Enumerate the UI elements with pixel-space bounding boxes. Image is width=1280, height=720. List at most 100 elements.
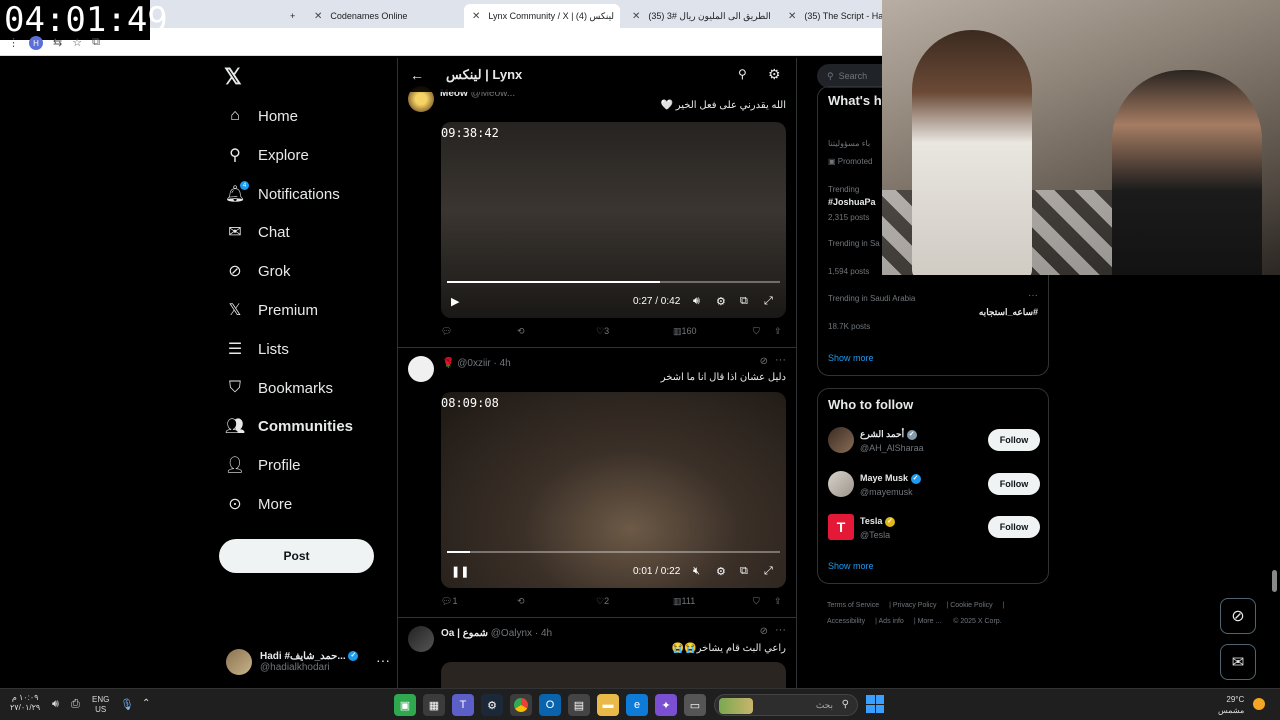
teams-icon[interactable]: T	[452, 694, 474, 716]
like-button[interactable]: ♡ 3	[596, 326, 609, 337]
play-icon[interactable]: ▶	[451, 295, 459, 308]
tab-lynx-community[interactable]: ✕ Lynx Community / X | لينكس (4) 𝕏	[464, 4, 620, 28]
speaker-icon[interactable]: 🔊︎	[52, 698, 59, 711]
video-player[interactable]: 08:09:08 ❚❚ 0:01 / 0:22 🔇︎ ⚙ ⧉ ⤢	[441, 392, 786, 588]
start-button[interactable]	[866, 695, 884, 713]
pip-icon[interactable]: ⧉	[740, 295, 748, 308]
follow-suggestion[interactable]: Maye Musk ✓ @mayemusk Follow	[828, 471, 1040, 501]
fullscreen-icon[interactable]: ⤢	[764, 565, 773, 578]
show-more-link[interactable]: Show more	[828, 353, 874, 363]
post-author[interactable]: Oa | شموع @Oalynx · 4h	[441, 628, 552, 639]
mute-icon[interactable]: 🔇︎	[693, 565, 700, 578]
grok-icon[interactable]: ⊘	[760, 626, 768, 637]
follow-suggestion[interactable]: أحمد الشرع ✓ @AH_AlSharaa Follow	[828, 427, 1040, 457]
promoted-line[interactable]: باء مسؤوليتنا	[828, 139, 870, 148]
nav-chat[interactable]: ✉ Chat	[226, 217, 289, 247]
footer-link[interactable]: Privacy Policy	[893, 602, 937, 609]
copilot-icon[interactable]: ✦	[655, 694, 677, 716]
follow-button[interactable]: Follow	[988, 473, 1040, 495]
store-icon[interactable]: ▤	[568, 694, 590, 716]
more-dots-icon[interactable]: ···	[775, 354, 786, 366]
profile-avatar[interactable]: H	[29, 36, 43, 50]
video-player[interactable]	[441, 662, 786, 688]
avatar[interactable]	[828, 427, 854, 453]
video-progress-bar[interactable]	[447, 551, 780, 553]
search-icon[interactable]: ⚲	[738, 67, 747, 81]
share-icon[interactable]: ⇪	[774, 326, 782, 337]
nav-bookmarks[interactable]: ⛉ Bookmarks	[226, 373, 333, 403]
grok-floating-button[interactable]: ⊘	[1220, 598, 1256, 634]
video-player[interactable]: 09:38:42 ▶ 0:27 / 0:42 🔊︎ ⚙ ⧉ ⤢	[441, 122, 786, 318]
close-icon[interactable]: ✕	[314, 11, 322, 22]
close-icon[interactable]: ✕	[788, 11, 796, 22]
outlook-icon[interactable]: O	[539, 694, 561, 716]
views-button[interactable]: ▥ 111	[673, 596, 695, 607]
footer-link[interactable]: More ...	[918, 618, 942, 625]
footer-link[interactable]: Accessibility	[827, 618, 865, 625]
tab-youtube-million[interactable]: ✕ الطريق الى المليون ريال #3 (35)	[624, 4, 776, 28]
follow-button[interactable]: Follow	[988, 516, 1040, 538]
folder-icon[interactable]: ▬	[597, 694, 619, 716]
star-icon[interactable]: ☆	[72, 36, 82, 50]
grok-icon[interactable]: ⊘	[760, 356, 768, 367]
tab-the-script[interactable]: ✕ (35) The Script - Hall C	[780, 4, 882, 28]
tab-codenames[interactable]: ✕ Codenames Online	[306, 4, 436, 28]
nav-home[interactable]: ⌂ Home	[226, 101, 298, 131]
chevron-up-icon[interactable]: ⌃	[142, 698, 150, 709]
repost-icon[interactable]: ⟲	[517, 326, 525, 337]
chrome-icon[interactable]	[510, 694, 532, 716]
messages-floating-button[interactable]: ✉	[1220, 644, 1256, 680]
footer-link[interactable]: Terms of Service	[827, 602, 879, 609]
reply-icon[interactable]: 💬︎	[441, 326, 452, 337]
page-scrollbar[interactable]	[1272, 570, 1277, 592]
follow-suggestion[interactable]: T Tesla ✓ @Tesla Follow	[828, 514, 1040, 544]
screenshot-icon[interactable]: ⧉	[92, 36, 100, 50]
nav-notifications[interactable]: 🔔︎ 4 Notifications	[225, 179, 340, 209]
network-icon[interactable]: ⎙	[71, 698, 80, 711]
steam-icon[interactable]: ⚙	[481, 694, 503, 716]
footer-link[interactable]: Cookie Policy	[950, 602, 992, 609]
repost-icon[interactable]: ⟲	[517, 596, 525, 607]
post-button[interactable]: Post	[219, 539, 374, 573]
extension-icon[interactable]: ⇆	[53, 36, 62, 50]
settings-icon[interactable]: ⚙	[716, 565, 726, 578]
bookmark-icon[interactable]: ⛉	[753, 596, 760, 607]
nav-premium[interactable]: 𝕏 Premium	[226, 295, 318, 325]
kebab-menu-icon[interactable]: ⋮	[8, 36, 19, 50]
app-icon[interactable]: ▣	[394, 694, 416, 716]
avatar[interactable]	[828, 471, 854, 497]
taskbar-search[interactable]: بحث ⚲	[714, 694, 858, 716]
follow-button[interactable]: Follow	[988, 429, 1040, 451]
new-tab-button[interactable]: +	[282, 4, 303, 28]
microphone-icon[interactable]: 🎙︎	[120, 698, 134, 711]
trend-hashtag[interactable]: #ساعه_استجابه	[979, 307, 1038, 318]
settings-icon[interactable]: ⚙	[716, 295, 726, 308]
close-icon[interactable]: ✕	[632, 11, 640, 22]
pip-icon[interactable]: ⧉	[740, 565, 748, 578]
tab-favicon-only[interactable]	[440, 4, 462, 28]
tesla-logo-icon[interactable]: T	[828, 514, 854, 540]
back-arrow-icon[interactable]: ←	[410, 67, 424, 83]
like-button[interactable]: ♡ 2	[596, 596, 609, 607]
show-more-link[interactable]: Show more	[828, 561, 874, 571]
reply-button[interactable]: 💬︎ 1	[441, 596, 457, 607]
pause-icon[interactable]: ❚❚	[451, 565, 469, 578]
post[interactable]: Meow @Meow... الله يقدرني على فعل الخير …	[398, 58, 796, 348]
edge-icon[interactable]: e	[626, 694, 648, 716]
trend-hashtag[interactable]: #JoshuaPa	[828, 197, 876, 207]
x-logo-icon[interactable]: 𝕏	[224, 64, 250, 90]
post-author[interactable]: 🌹 @0xziir · 4h	[442, 358, 511, 369]
nav-explore[interactable]: ⚲ Explore	[226, 140, 309, 170]
weather-widget[interactable]: 29°C مشمس	[1218, 694, 1244, 716]
footer-link[interactable]: Ads info	[879, 618, 904, 625]
post[interactable]: 🌹 @0xziir · 4h ⊘ ··· دليل عشان اذا قال ا…	[398, 348, 796, 618]
video-progress-bar[interactable]	[447, 281, 780, 283]
more-dots-icon[interactable]: ···	[1028, 290, 1038, 301]
bookmark-icon[interactable]: ⛉	[753, 326, 760, 337]
nav-lists[interactable]: ☰ Lists	[226, 334, 289, 364]
language-indicator[interactable]: ENG US	[92, 695, 109, 715]
taskbar-clock[interactable]: ١٠:٠٩ م ٢٧/٠١/٢٩	[10, 693, 40, 713]
nav-more[interactable]: ⊙ More	[226, 489, 292, 519]
avatar[interactable]	[408, 626, 434, 652]
app-icon[interactable]: ▭	[684, 694, 706, 716]
